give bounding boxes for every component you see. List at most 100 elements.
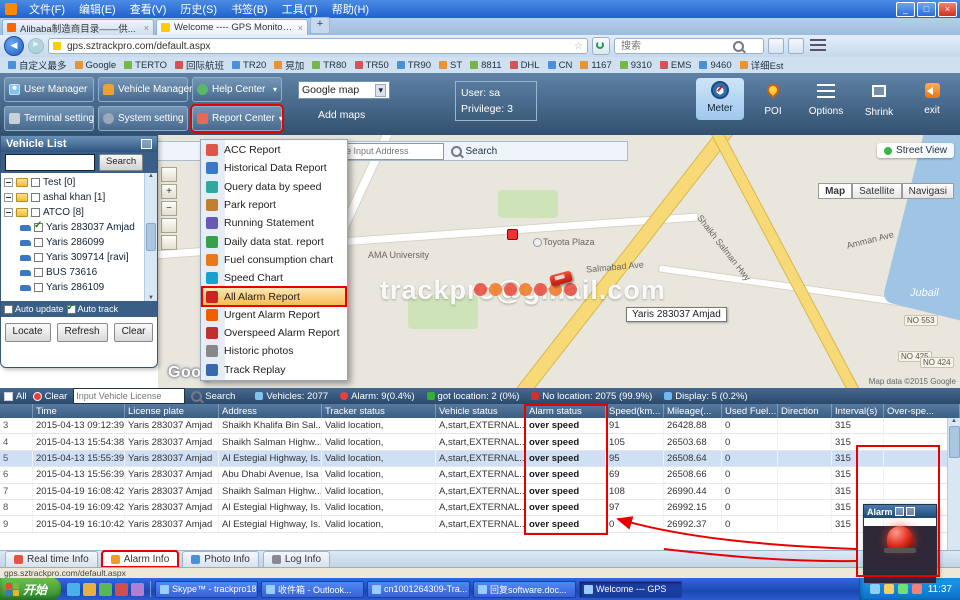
group-checkbox[interactable] <box>31 178 40 187</box>
scroll-thumb[interactable] <box>146 223 156 251</box>
reload-button[interactable] <box>592 37 610 55</box>
help-center-button[interactable]: Help Center <box>192 77 282 102</box>
quick-launch-icon[interactable] <box>115 583 128 596</box>
report-menu-item[interactable]: ACC Report <box>202 141 346 159</box>
report-menu-item[interactable]: Track Replay <box>202 361 346 379</box>
table-row[interactable]: 7 2015-04-19 16:08:42 Yaris 283037 Amjad… <box>0 484 960 500</box>
exit-tool[interactable]: exit <box>908 78 956 120</box>
system-setting-button[interactable]: System setting <box>98 106 188 131</box>
scroll-thumb[interactable] <box>949 426 960 458</box>
vehicle-search-input[interactable] <box>5 154 95 171</box>
forward-button[interactable] <box>28 38 44 54</box>
close-button[interactable]: × <box>938 2 957 17</box>
quick-launch-icon[interactable] <box>67 583 80 596</box>
search-icon[interactable] <box>733 41 744 52</box>
report-menu-item[interactable]: Overspeed Alarm Report <box>202 324 346 342</box>
minimize-button[interactable]: _ <box>896 2 915 17</box>
group-checkbox[interactable] <box>31 208 40 217</box>
column-header[interactable] <box>0 404 33 418</box>
vehicle-group-row[interactable]: ATCO [8] <box>4 205 143 220</box>
bookmark-item[interactable]: CN <box>544 60 577 71</box>
column-header[interactable]: Direction <box>778 404 832 418</box>
alarm-popup-titlebar[interactable]: Alarm <box>864 505 936 518</box>
bookmark-item[interactable]: TR90 <box>393 60 435 71</box>
license-input[interactable] <box>73 388 185 404</box>
report-menu-item[interactable]: Query data by speed <box>202 178 346 196</box>
tree-scrollbar[interactable]: ▲ ▼ <box>144 173 157 301</box>
scroll-down-icon[interactable]: ▼ <box>148 295 154 301</box>
bookmark-item[interactable]: DHL <box>506 60 544 71</box>
bookmark-item[interactable]: 8811 <box>466 60 505 71</box>
task-button[interactable]: 回复software.doc... <box>473 581 576 598</box>
report-menu-item[interactable]: Historic photos <box>202 342 346 360</box>
pan-hand-icon[interactable] <box>161 167 177 182</box>
menu-item[interactable]: 查看(V) <box>123 1 174 17</box>
report-menu-item[interactable]: Running Statement <box>202 214 346 232</box>
bookmark-item[interactable]: TERTO <box>120 60 171 71</box>
auto-track-option[interactable]: Auto track <box>67 304 119 314</box>
tab-close-icon[interactable] <box>298 23 303 33</box>
vehicle-action-button[interactable]: Locate <box>5 323 51 342</box>
group-checkbox[interactable] <box>31 193 40 202</box>
column-header[interactable]: Over-spe... <box>884 404 960 418</box>
column-header[interactable]: Alarm status <box>526 404 606 418</box>
column-header[interactable]: Mileage(... <box>664 404 722 418</box>
bookmark-item[interactable]: ST <box>435 60 466 71</box>
bookmark-item[interactable]: TR50 <box>351 60 393 71</box>
browser-tab[interactable]: Alibaba制造商目录——供... <box>2 19 154 35</box>
browser-menu-icon[interactable] <box>810 39 826 53</box>
table-row[interactable]: 6 2015-04-13 15:56:39 Yaris 283037 Amjad… <box>0 467 960 483</box>
vehicle-row[interactable]: Yaris 283037 Amjad <box>4 220 143 235</box>
tray-icon[interactable] <box>884 584 894 594</box>
vehicle-search-button[interactable]: Search <box>99 154 143 171</box>
vehicle-checkbox[interactable] <box>34 268 43 277</box>
report-center-button[interactable]: Report Center <box>192 106 282 131</box>
task-button[interactable]: cn1001264309-Tra... <box>367 581 470 598</box>
info-tab[interactable]: Log Info <box>263 551 330 567</box>
report-menu-item[interactable]: Urgent Alarm Report <box>202 306 346 324</box>
auto-update-option[interactable]: Auto update <box>4 304 64 314</box>
menu-item[interactable]: 帮助(H) <box>325 1 376 17</box>
map-provider-select[interactable]: Google map <box>298 81 390 99</box>
tree-expand-icon[interactable] <box>4 208 13 217</box>
column-header[interactable]: License plate <box>125 404 219 418</box>
vehicle-group-row[interactable]: Test [0] <box>4 175 143 190</box>
bookmark-star-icon[interactable] <box>574 41 583 52</box>
street-view-button[interactable]: Street View <box>877 143 954 158</box>
add-maps-link[interactable]: Add maps <box>318 109 365 121</box>
table-row[interactable]: 5 2015-04-13 15:55:39 Yaris 283037 Amjad… <box>0 451 960 467</box>
bookmark-item[interactable]: 晃加 <box>270 58 308 72</box>
vehicle-checkbox[interactable] <box>34 283 43 292</box>
vehicle-row[interactable]: BUS 73616 <box>4 265 143 280</box>
new-tab-button[interactable]: + <box>310 17 330 34</box>
vehicle-row[interactable]: Yaris 309714 [ravi] <box>4 250 143 265</box>
bookmark-item[interactable]: 9460 <box>695 60 735 71</box>
quick-launch-icon[interactable] <box>99 583 112 596</box>
zoom-out-button[interactable] <box>161 201 177 216</box>
column-header[interactable]: Vehicle status <box>436 404 526 418</box>
options-tool[interactable]: Options <box>802 78 850 120</box>
maximize-button[interactable]: □ <box>917 2 936 17</box>
task-button[interactable]: 收件箱 - Outlook... <box>261 581 364 598</box>
vehicle-group-row[interactable]: ashal khan [1] <box>4 190 143 205</box>
task-button[interactable]: Welcome --- GPS <box>579 581 682 598</box>
search-input[interactable] <box>619 40 733 53</box>
scroll-up-icon[interactable]: ▲ <box>951 418 957 424</box>
map-search-button[interactable]: Search <box>451 146 497 157</box>
select-all-checkbox[interactable] <box>4 392 13 401</box>
vehicle-action-button[interactable]: Refresh <box>57 323 108 342</box>
bookmark-item[interactable]: 回际航班 <box>171 58 228 72</box>
browser-tab[interactable]: Welcome ---- GPS Monitor Cen... <box>156 19 308 35</box>
popup-close-icon[interactable] <box>906 507 915 516</box>
table-row[interactable]: 4 2015-04-13 15:54:38 Yaris 283037 Amjad… <box>0 434 960 450</box>
map-view-button[interactable]: Map <box>818 183 852 199</box>
column-header[interactable]: Tracker status <box>322 404 436 418</box>
back-button[interactable] <box>4 36 24 56</box>
info-tab[interactable]: Alarm Info <box>102 551 179 567</box>
table-row[interactable]: 8 2015-04-19 16:09:42 Yaris 283037 Amjad… <box>0 500 960 516</box>
report-menu-item[interactable]: Speed Chart <box>202 269 346 287</box>
grid-scrollbar[interactable]: ▲ <box>947 418 960 550</box>
menu-item[interactable]: 历史(S) <box>173 1 224 17</box>
tab-close-icon[interactable] <box>144 23 149 33</box>
terminal-setting-button[interactable]: Terminal setting <box>4 106 94 131</box>
